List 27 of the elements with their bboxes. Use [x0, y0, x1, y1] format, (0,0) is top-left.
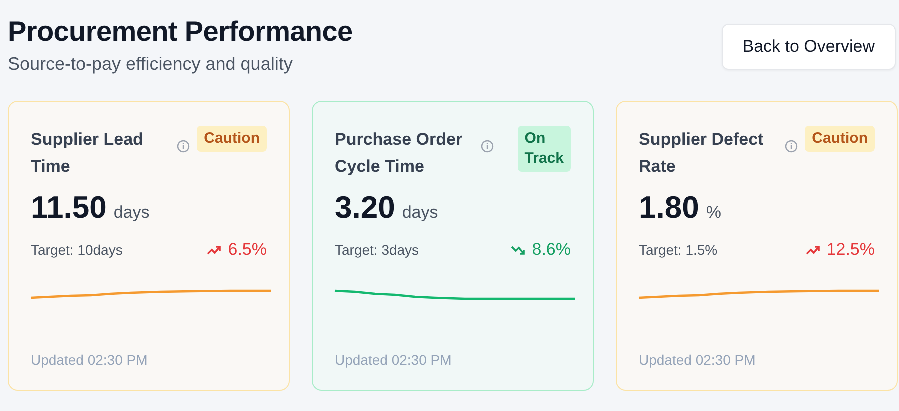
- status-badge: On Track: [518, 126, 571, 172]
- kpi-value: 1.80: [639, 190, 700, 226]
- info-icon[interactable]: [177, 140, 190, 153]
- target-label: Target: 1.5%: [639, 242, 718, 258]
- kpi-value: 11.50: [31, 190, 107, 226]
- status-badge: Caution: [197, 126, 267, 152]
- change-value: 12.5%: [826, 240, 875, 260]
- kpi-value: 3.20: [335, 190, 396, 226]
- card-title: Supplier Lead Time: [31, 129, 144, 178]
- updated-time: Updated 02:30 PM: [31, 352, 149, 368]
- back-button[interactable]: Back to Overview: [722, 24, 896, 70]
- change-value: 6.5%: [228, 240, 267, 260]
- target-label: Target: 10days: [31, 242, 123, 258]
- updated-time: Updated 02:30 PM: [639, 352, 757, 368]
- updated-time: Updated 02:30 PM: [335, 352, 453, 368]
- card-title: Purchase Order Cycle Time: [335, 129, 464, 178]
- card-title: Supplier Defect Rate: [639, 129, 765, 178]
- target-label: Target: 3days: [335, 242, 420, 258]
- status-badge: Caution: [805, 126, 875, 152]
- kpi-unit: days: [402, 203, 438, 223]
- kpi-unit: days: [114, 203, 150, 223]
- page-title: Procurement Performance: [8, 16, 353, 48]
- page-subtitle: Source-to-pay efficiency and quality: [8, 54, 294, 75]
- change-value: 8.6%: [532, 240, 571, 260]
- kpi-unit: %: [706, 203, 722, 223]
- info-icon[interactable]: [785, 140, 798, 153]
- info-icon[interactable]: [481, 140, 494, 153]
